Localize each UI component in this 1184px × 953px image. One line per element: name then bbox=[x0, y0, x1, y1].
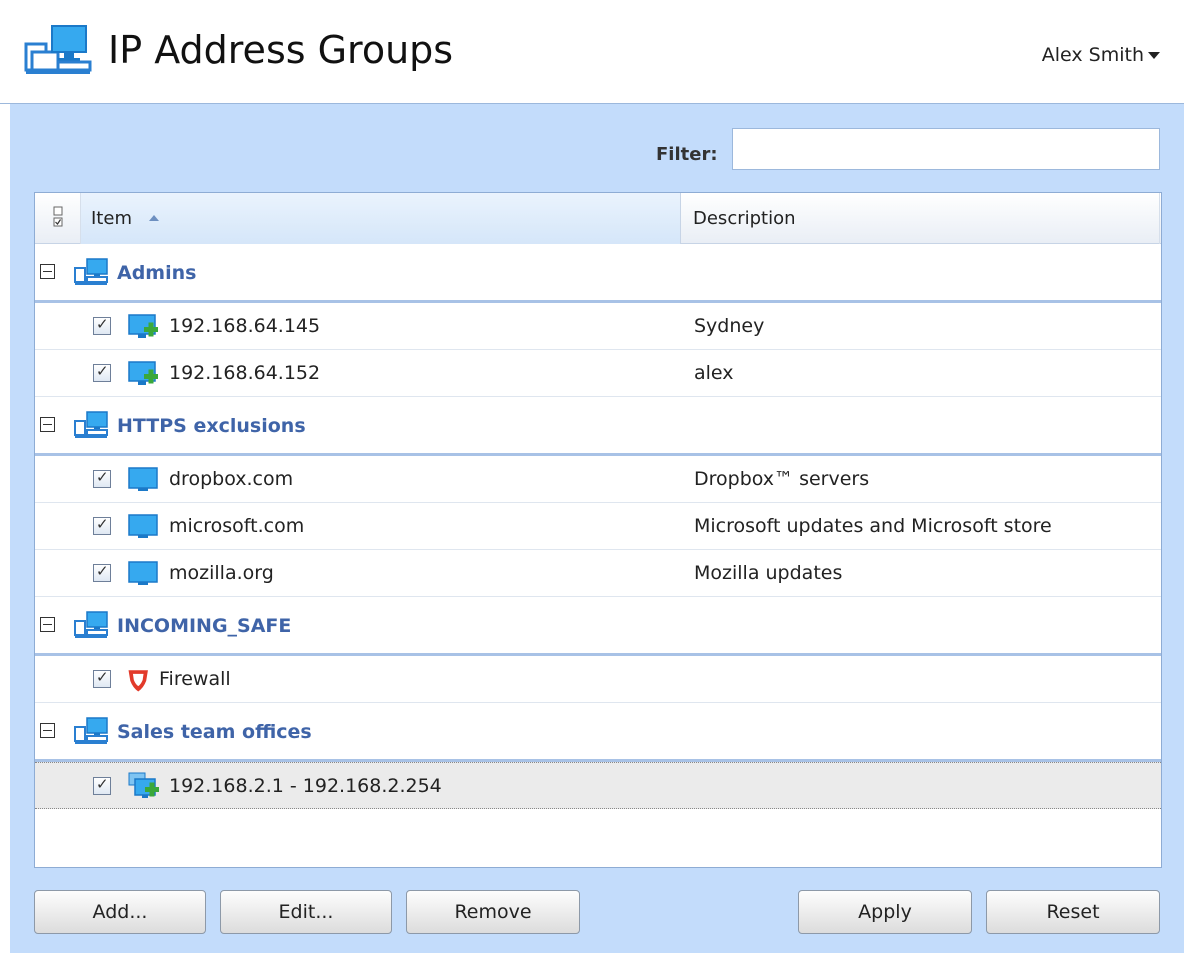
item-name: 192.168.64.145 bbox=[169, 315, 321, 337]
column-header-description[interactable]: Description bbox=[682, 193, 1160, 244]
row-checkbox[interactable] bbox=[93, 468, 111, 488]
table-header: Item Description bbox=[35, 193, 1161, 244]
computer-plus-icon bbox=[128, 314, 158, 338]
select-all-checkbox[interactable] bbox=[35, 193, 81, 244]
table-row[interactable]: 192.168.64.145 Sydney bbox=[35, 303, 1161, 350]
row-checkbox[interactable] bbox=[93, 668, 111, 688]
ip-group-icon bbox=[74, 258, 108, 285]
item-name: mozilla.org bbox=[169, 562, 274, 584]
item-name: 192.168.2.1 - 192.168.2.254 bbox=[169, 775, 442, 797]
table-row-selected[interactable]: 192.168.2.1 - 192.168.2.254 bbox=[35, 762, 1161, 809]
filter-input[interactable] bbox=[732, 128, 1160, 170]
ip-group-icon bbox=[74, 717, 108, 744]
table-row[interactable]: 192.168.64.152 alex bbox=[35, 350, 1161, 397]
checkbox-column-icon bbox=[53, 206, 63, 227]
computer-plus-icon bbox=[128, 361, 158, 385]
collapse-toggle-icon[interactable] bbox=[40, 264, 55, 279]
group-row-sales-team-offices[interactable]: Sales team offices bbox=[35, 703, 1161, 762]
row-checkbox[interactable] bbox=[93, 515, 111, 535]
group-name: HTTPS exclusions bbox=[117, 415, 306, 437]
table-row[interactable]: Firewall bbox=[35, 656, 1161, 703]
item-description: Mozilla updates bbox=[694, 562, 843, 584]
group-name: Sales team offices bbox=[117, 721, 312, 743]
item-name: 192.168.64.152 bbox=[169, 362, 321, 384]
apply-button[interactable]: Apply bbox=[798, 890, 972, 934]
computer-icon bbox=[128, 514, 158, 538]
row-checkbox[interactable] bbox=[93, 562, 111, 582]
row-checkbox[interactable] bbox=[93, 362, 111, 382]
item-description: Sydney bbox=[694, 315, 765, 337]
collapse-toggle-icon[interactable] bbox=[40, 417, 55, 432]
table-row[interactable]: mozilla.org Mozilla updates bbox=[35, 550, 1161, 597]
column-header-item[interactable]: Item bbox=[81, 193, 681, 244]
ip-groups-table: Item Description Admins ✓ 192.168.64.145… bbox=[34, 192, 1162, 868]
group-name: Admins bbox=[117, 262, 197, 284]
ip-address-groups-icon bbox=[24, 25, 92, 74]
item-description: Dropbox™ servers bbox=[694, 468, 870, 490]
collapse-toggle-icon[interactable] bbox=[40, 723, 55, 738]
item-name: Firewall bbox=[159, 668, 231, 690]
collapse-toggle-icon[interactable] bbox=[40, 617, 55, 632]
item-description: alex bbox=[694, 362, 734, 384]
add-button[interactable]: Add... bbox=[34, 890, 206, 934]
group-row-incoming-safe[interactable]: INCOMING_SAFE bbox=[35, 597, 1161, 656]
table-row[interactable]: microsoft.com Microsoft updates and Micr… bbox=[35, 503, 1161, 550]
column-item-label: Item bbox=[91, 208, 132, 229]
row-checkbox[interactable] bbox=[93, 315, 111, 335]
filter-label: Filter: bbox=[656, 144, 718, 165]
ip-group-icon bbox=[74, 411, 108, 438]
reset-button[interactable]: Reset bbox=[986, 890, 1160, 934]
computer-icon bbox=[128, 561, 158, 585]
remove-button[interactable]: Remove bbox=[406, 890, 580, 934]
item-description: Microsoft updates and Microsoft store bbox=[694, 515, 1052, 537]
table-rows: Admins 192.168.64.145 Sydney bbox=[35, 244, 1161, 809]
ip-group-icon bbox=[74, 611, 108, 638]
app-header: IP Address Groups Alex Smith bbox=[0, 0, 1184, 104]
sort-ascending-icon bbox=[149, 215, 159, 221]
edit-button[interactable]: Edit... bbox=[220, 890, 392, 934]
table-row[interactable]: dropbox.com Dropbox™ servers bbox=[35, 456, 1161, 503]
shield-icon bbox=[128, 670, 148, 692]
computer-range-icon bbox=[128, 772, 159, 798]
column-description-label: Description bbox=[693, 208, 796, 229]
group-name: INCOMING_SAFE bbox=[117, 615, 292, 637]
user-name: Alex Smith bbox=[1041, 44, 1144, 66]
caret-down-icon bbox=[1148, 52, 1160, 59]
page-title: IP Address Groups bbox=[108, 28, 454, 72]
group-row-https-exclusions[interactable]: HTTPS exclusions bbox=[35, 397, 1161, 456]
item-name: microsoft.com bbox=[169, 515, 305, 537]
row-checkbox[interactable] bbox=[93, 775, 111, 795]
group-row-admins[interactable]: Admins bbox=[35, 244, 1161, 303]
main-panel: Filter: Item Description Admins ✓ 192.16… bbox=[10, 104, 1184, 953]
computer-icon bbox=[128, 467, 158, 491]
item-name: dropbox.com bbox=[169, 468, 294, 490]
user-menu[interactable]: Alex Smith bbox=[1042, 44, 1160, 66]
